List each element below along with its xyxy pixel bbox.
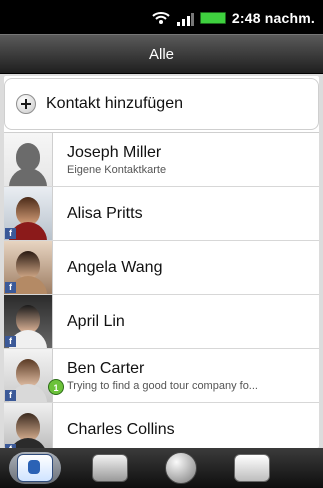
- wifi-icon: [152, 11, 170, 25]
- avatar: f: [4, 295, 53, 348]
- add-contact-label: Kontakt hinzufügen: [46, 95, 183, 112]
- groups-icon: [92, 454, 128, 482]
- status-time: 2:48 nachm.: [231, 10, 315, 26]
- contact-name: Angela Wang: [67, 258, 163, 276]
- facebook-icon: f: [5, 228, 16, 239]
- contact-row[interactable]: Joseph Miller Eigene Kontaktkarte: [4, 132, 319, 186]
- groups-tab[interactable]: [84, 452, 136, 484]
- contact-text: Alisa Pritts: [67, 205, 143, 223]
- bottom-tab-bar: [0, 448, 323, 488]
- contact-name: Alisa Pritts: [67, 204, 143, 222]
- call-history-tab[interactable]: [226, 452, 278, 484]
- page-title: Alle: [148, 45, 174, 63]
- avatar: f: [4, 349, 53, 402]
- facebook-icon: f: [5, 390, 16, 401]
- contact-name: Charles Collins: [67, 420, 175, 438]
- status-icons: 2:48 nachm.: [152, 8, 315, 28]
- notification-badge: 1: [48, 379, 64, 395]
- contact-text: April Lin: [67, 313, 125, 331]
- contact-name: Ben Carter: [67, 359, 145, 377]
- contact-text: Joseph Miller Eigene Kontaktkarte: [67, 144, 319, 176]
- contact-subtitle: Eigene Kontaktkarte: [67, 163, 167, 176]
- contact-row[interactable]: f Angela Wang: [4, 240, 319, 294]
- avatar: f: [4, 187, 53, 240]
- contact-text: Angela Wang: [67, 259, 162, 277]
- contact-row[interactable]: f 1 Ben Carter Trying to find a good tou…: [4, 348, 319, 402]
- globe-icon: [165, 452, 197, 484]
- call-history-icon: [234, 454, 270, 482]
- contact-text: Charles Collins: [67, 421, 175, 439]
- contact-row[interactable]: f April Lin: [4, 294, 319, 348]
- avatar: f: [4, 241, 53, 294]
- online-directories-tab[interactable]: [155, 452, 207, 484]
- battery-icon: [199, 12, 226, 24]
- contact-status: Trying to find a good tour company fo...: [67, 379, 258, 392]
- title-bar: Alle: [0, 34, 323, 74]
- facebook-icon: f: [5, 336, 16, 347]
- people-tab[interactable]: [9, 452, 61, 484]
- avatar: f: [4, 403, 53, 448]
- avatar: [4, 133, 53, 186]
- facebook-icon: f: [5, 282, 16, 293]
- signal-icon: [176, 11, 194, 26]
- contact-row[interactable]: f Alisa Pritts: [4, 186, 319, 240]
- contact-text: Ben Carter Trying to find a good tour co…: [67, 360, 319, 392]
- contact-name: April Lin: [67, 312, 125, 330]
- add-contact-button[interactable]: Kontakt hinzufügen: [4, 78, 319, 130]
- add-icon: [16, 94, 36, 114]
- status-bar: 2:48 nachm.: [0, 0, 323, 34]
- contact-list[interactable]: Kontakt hinzufügen Joseph Miller Eigene …: [4, 76, 319, 448]
- contact-row[interactable]: f Charles Collins: [4, 402, 319, 448]
- contacts-icon: [17, 454, 53, 482]
- contact-name: Joseph Miller: [67, 143, 162, 161]
